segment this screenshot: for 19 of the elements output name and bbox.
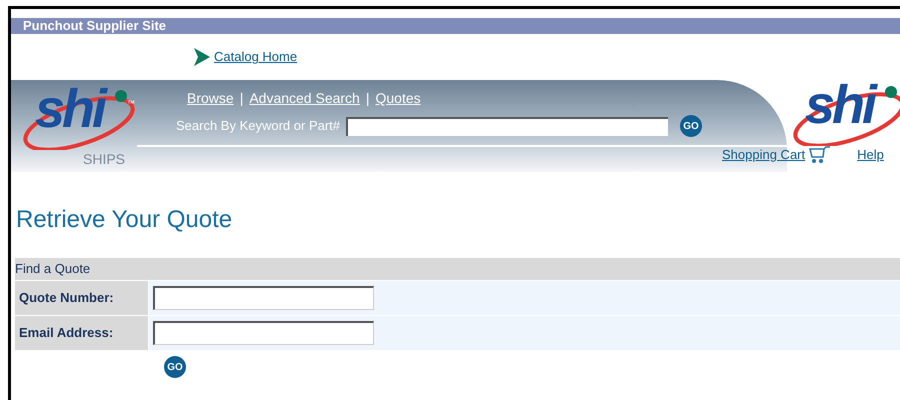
search-label: Search By Keyword or Part# [176,117,340,136]
nav-separator: | [366,89,370,108]
page-title: Retrieve Your Quote [15,205,234,235]
field-label: Email Address: [19,324,114,342]
site-title: Punchout Supplier Site [23,17,166,36]
catalog-home-link[interactable]: Catalog Home [214,47,298,67]
shopping-cart-link[interactable]: Shopping Cart [722,145,806,164]
ships-text: SHIPS [83,150,126,169]
go-button[interactable]: GO [680,115,702,137]
input-field[interactable] [153,286,374,310]
help-link[interactable]: Help [857,145,884,164]
cart-icon [809,146,832,164]
input-field[interactable] [153,321,374,345]
search-field[interactable] [346,116,668,136]
field-label: Quote Number: [19,289,114,308]
go-button[interactable]: GO [164,356,186,378]
form-title: Find a Quote [15,260,90,278]
nav-separator: | [240,89,244,108]
arrow-icon [194,48,210,66]
